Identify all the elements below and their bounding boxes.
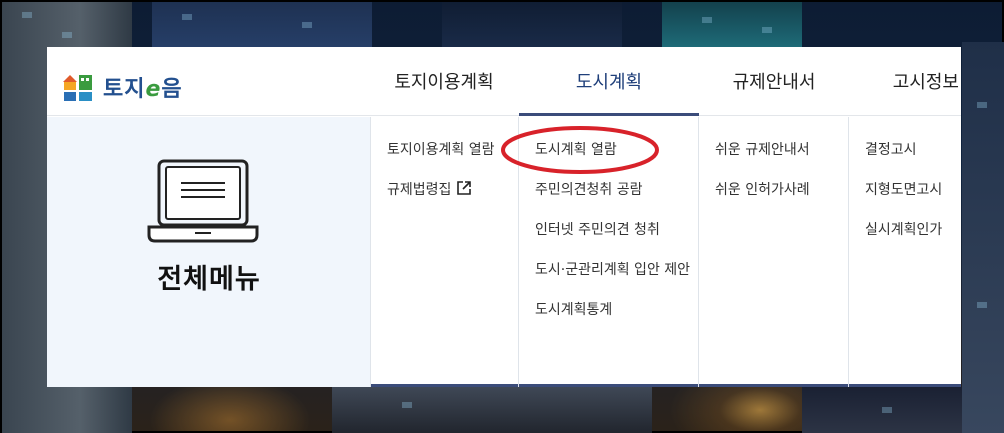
background-window bbox=[977, 102, 987, 108]
submenu-column-urban-plan: 도시계획 열람 주민의견청취 공람 인터넷 주민의견 청취 도시·군관리계획 입… bbox=[519, 117, 699, 387]
menu-item-urban-plan-view[interactable]: 도시계획 열람 bbox=[535, 139, 617, 159]
background-building bbox=[442, 2, 622, 52]
background-window bbox=[702, 17, 712, 23]
menu-item-plan-proposal[interactable]: 도시·군관리계획 입안 제안 bbox=[535, 259, 690, 279]
tab-regulation-guide[interactable]: 규제안내서 bbox=[699, 47, 849, 116]
background-building bbox=[662, 2, 802, 52]
background-window bbox=[302, 22, 312, 28]
background-building bbox=[152, 2, 372, 52]
site-header: 토지e음 토지이용계획 도시계획 규제안내서 고시정보 bbox=[47, 47, 961, 116]
logo-text: 토지e음 bbox=[103, 77, 183, 102]
background-window bbox=[62, 32, 72, 38]
menu-item-decision-notice[interactable]: 결정고시 bbox=[865, 139, 917, 159]
submenu-column-regulation: 쉬운 규제안내서 쉬운 인허가사례 bbox=[699, 117, 849, 387]
background-window bbox=[762, 27, 772, 33]
background-window bbox=[182, 14, 192, 20]
background-window bbox=[402, 402, 412, 408]
land-logo-icon bbox=[63, 75, 92, 101]
background-building bbox=[962, 42, 1004, 433]
background-window bbox=[977, 302, 987, 308]
external-link-icon bbox=[457, 181, 472, 195]
tab-land-use-plan[interactable]: 토지이용계획 bbox=[369, 47, 519, 116]
background-window bbox=[882, 407, 892, 413]
tab-notice-info[interactable]: 고시정보 bbox=[849, 47, 961, 116]
site-logo[interactable]: 토지e음 bbox=[63, 71, 183, 103]
menu-item-land-use-view[interactable]: 토지이용계획 열람 bbox=[387, 139, 495, 159]
background-window bbox=[22, 12, 32, 18]
menu-item-topographic-notice[interactable]: 지형도면고시 bbox=[865, 179, 942, 199]
tab-urban-plan[interactable]: 도시계획 bbox=[519, 47, 699, 116]
menu-item-internet-opinion[interactable]: 인터넷 주민의견 청취 bbox=[535, 219, 660, 239]
all-menu-title: 전체메뉴 bbox=[157, 264, 261, 295]
laptop-icon bbox=[147, 159, 259, 243]
submenu-column-land-use: 토지이용계획 열람 규제법령집 bbox=[371, 117, 519, 387]
menu-item-easy-regulation-guide[interactable]: 쉬운 규제안내서 bbox=[715, 139, 810, 159]
background-building bbox=[332, 387, 652, 433]
submenu-column-notice: 결정고시 지형도면고시 실시계획인가 bbox=[849, 117, 961, 387]
menu-item-regulation-laws[interactable]: 규제법령집 bbox=[387, 179, 472, 199]
menu-item-resident-opinion-review[interactable]: 주민의견청취 공람 bbox=[535, 179, 643, 199]
menu-item-implementation-approval[interactable]: 실시계획인가 bbox=[865, 219, 942, 239]
mega-menu-panel: 토지e음 토지이용계획 도시계획 규제안내서 고시정보 전체메뉴 토지이용계획 … bbox=[47, 47, 961, 387]
all-menu-box[interactable]: 전체메뉴 bbox=[47, 117, 371, 387]
menu-item-urban-plan-stats[interactable]: 도시계획통계 bbox=[535, 299, 612, 319]
menu-item-easy-permit-cases[interactable]: 쉬운 인허가사례 bbox=[715, 179, 810, 199]
